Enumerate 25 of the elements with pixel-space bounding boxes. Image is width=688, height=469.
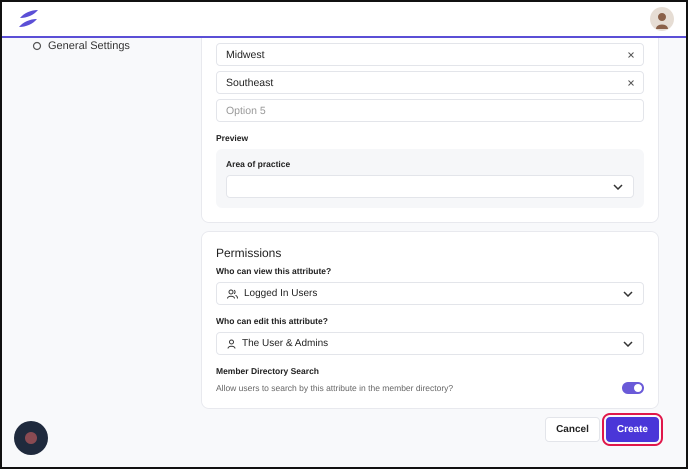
description-text: Allow users to search by this attribute in the member directory? — [216, 383, 454, 393]
close-icon[interactable] — [628, 80, 634, 86]
field-label: Area of practice — [226, 159, 292, 169]
toggle-switch[interactable] — [622, 382, 644, 394]
dropdown-field[interactable]: Logged In Users — [216, 282, 644, 305]
record-button[interactable] — [14, 421, 48, 455]
avatar-icon[interactable] — [650, 7, 674, 31]
chevron-down-icon — [613, 184, 623, 190]
users-icon — [227, 288, 238, 298]
preview-label: Preview — [216, 133, 250, 143]
cancel-button[interactable]: Cancel — [545, 417, 600, 442]
sidebar-item[interactable]: General Settings — [48, 40, 130, 52]
field-label: Who can view this attribute? — [216, 266, 332, 276]
dropdown-field[interactable] — [226, 175, 634, 198]
leaf-logo-icon — [18, 9, 40, 29]
dropdown-field[interactable]: The User & Admins — [216, 332, 644, 355]
field-label: Member Directory Search — [216, 366, 320, 376]
user-icon — [227, 338, 236, 348]
field-label: Who can edit this attribute? — [216, 316, 329, 326]
chevron-down-icon — [623, 340, 633, 346]
option-field[interactable]: Midwest — [216, 43, 644, 66]
section-title: Permissions — [216, 246, 282, 260]
chevron-down-icon — [623, 290, 633, 296]
close-icon[interactable] — [628, 52, 634, 58]
option-field[interactable]: Southeast — [216, 71, 644, 94]
